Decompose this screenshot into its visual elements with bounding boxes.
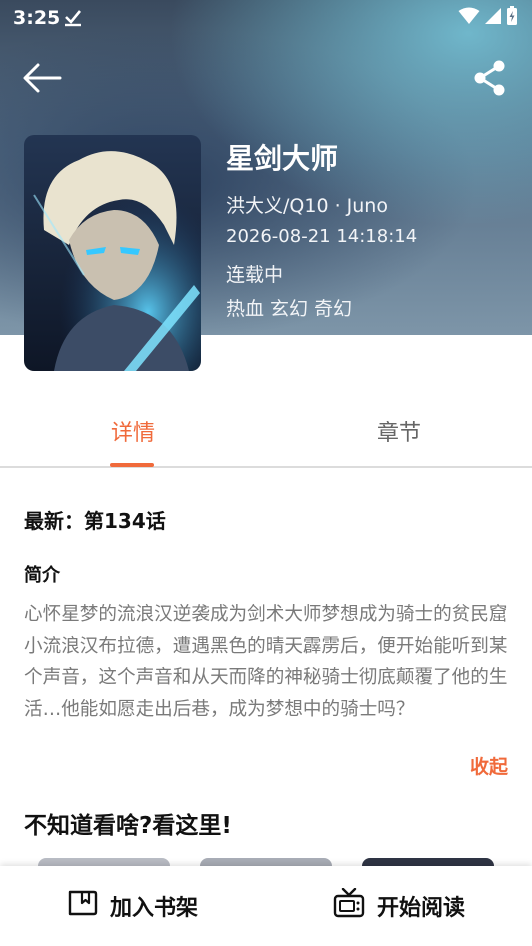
back-button[interactable]	[18, 56, 66, 104]
intro-label: 简介	[24, 565, 60, 586]
latest-chapter[interactable]: 最新：第134话	[24, 505, 166, 534]
intro-text: 心怀星梦的流浪汉逆袭成为剑术大师梦想成为骑士的贫民窟小流浪汉布拉德，遭遇黑色的晴…	[24, 604, 508, 720]
status-icons	[458, 6, 518, 30]
book-title: 星剑大师	[226, 142, 339, 175]
start-reading-label: 开始阅读	[376, 896, 465, 921]
recommend-title: 不知道看啥?看这里!	[24, 813, 232, 839]
battery-icon	[506, 6, 518, 30]
status-bar: 3:25	[0, 0, 532, 36]
download-done-icon	[63, 7, 83, 27]
tab-chapters[interactable]: 章节	[266, 396, 532, 466]
share-icon	[473, 60, 507, 100]
status-time: 3:25	[13, 7, 61, 29]
genre-tag[interactable]: 玄幻	[270, 294, 308, 321]
start-reading-button[interactable]: 开始阅读	[266, 866, 532, 946]
arrow-left-icon	[22, 62, 62, 98]
tab-details[interactable]: 详情	[0, 396, 266, 466]
bookmark-book-icon	[68, 890, 98, 922]
genre-tag[interactable]: 奇幻	[314, 294, 352, 321]
cell-signal-icon	[484, 7, 502, 29]
book-status: 连载中	[226, 264, 284, 286]
wifi-icon	[458, 7, 480, 29]
tab-bar: 详情 章节	[0, 396, 532, 468]
book-author: 洪大义/Q10 · Juno	[226, 195, 388, 217]
book-genres: 热血 玄幻 奇幻	[226, 294, 352, 321]
genre-tag[interactable]: 热血	[226, 294, 264, 321]
tv-icon	[333, 887, 365, 924]
collapse-button[interactable]: 收起	[470, 752, 508, 779]
bottom-action-bar: 加入书架 开始阅读	[0, 866, 532, 946]
add-to-shelf-button[interactable]: 加入书架	[0, 866, 266, 946]
active-tab-indicator	[110, 463, 154, 467]
book-cover[interactable]	[24, 135, 201, 371]
book-updated-time: 2026-08-21 14:18:14	[226, 226, 418, 247]
share-button[interactable]	[466, 56, 514, 104]
add-to-shelf-label: 加入书架	[109, 896, 198, 921]
